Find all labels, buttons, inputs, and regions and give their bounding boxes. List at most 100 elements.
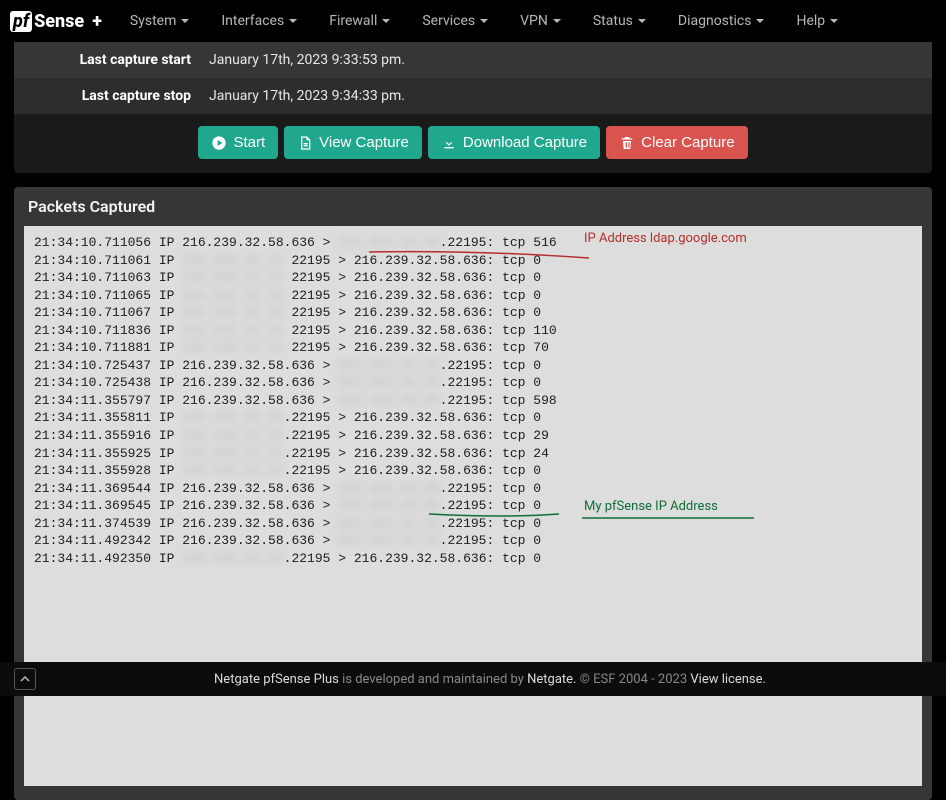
footer-middle: is developed and maintained by xyxy=(339,672,527,687)
document-icon xyxy=(297,135,313,151)
packet-line: 21:34:10.711061 IP XXX.XXX.XX.XX 22195 >… xyxy=(34,252,912,270)
packet-line: 21:34:11.369545 IP 216.239.32.58.636 > X… xyxy=(34,497,912,515)
packet-line: 21:34:10.725438 IP 216.239.32.58.636 > X… xyxy=(34,374,912,392)
chevron-down-icon xyxy=(553,19,561,23)
download-capture-button[interactable]: Download Capture xyxy=(428,126,600,159)
redacted-ip: XXX.XXX.XX.XX xyxy=(338,392,439,410)
packet-line: 21:34:11.374539 IP 216.239.32.58.636 > X… xyxy=(34,515,912,533)
footer-netgate-link[interactable]: Netgate. xyxy=(527,672,576,687)
packet-line: 21:34:11.492350 IP XXX.XXX.XX.XX.22195 >… xyxy=(34,550,912,568)
nav-label: Services xyxy=(422,13,475,29)
capture-button-bar: Start View Capture Download Capture Clea… xyxy=(14,114,932,159)
capture-start-value: January 17th, 2023 9:33:53 pm. xyxy=(209,52,405,68)
capture-start-row: Last capture start January 17th, 2023 9:… xyxy=(14,42,932,78)
capture-info-panel: Last capture start January 17th, 2023 9:… xyxy=(14,42,932,173)
redacted-ip: XXX.XXX.XX.XX xyxy=(182,322,283,340)
redacted-ip: XXX.XXX.XX.XX xyxy=(182,252,283,270)
top-navbar: pfSense + System Interfaces Firewall Serv… xyxy=(0,0,946,42)
redacted-ip: XXX.XXX.XX.XX xyxy=(182,550,283,568)
packet-line: 21:34:11.355916 IP XXX.XXX.XX.XX.22195 >… xyxy=(34,427,912,445)
redacted-ip: XXX.XXX.XX.XX xyxy=(338,374,439,392)
play-icon xyxy=(211,135,227,151)
packets-captured-body[interactable]: 21:34:10.711056 IP 216.239.32.58.636 > X… xyxy=(24,226,922,786)
packet-line: 21:34:10.711836 IP XXX.XXX.XX.XX 22195 >… xyxy=(34,322,912,340)
nav-label: Interfaces xyxy=(221,13,284,29)
packet-line: 21:34:10.711065 IP XXX.XXX.XX.XX 22195 >… xyxy=(34,287,912,305)
chevron-down-icon xyxy=(181,19,189,23)
chevron-down-icon xyxy=(480,19,488,23)
view-capture-button[interactable]: View Capture xyxy=(284,126,422,159)
redacted-ip: XXX.XXX.XX.XX xyxy=(338,357,439,375)
redacted-ip: XXX.XXX.XX.XX xyxy=(338,480,439,498)
chevron-down-icon xyxy=(289,19,297,23)
nav-item-diagnostics[interactable]: Diagnostics xyxy=(662,3,781,39)
nav-item-services[interactable]: Services xyxy=(406,3,504,39)
capture-stop-value: January 17th, 2023 9:34:33 pm. xyxy=(209,88,405,104)
redacted-ip: XXX.XXX.XX.XX xyxy=(338,497,439,515)
redacted-ip: XXX.XXX.XX.XX xyxy=(182,462,283,480)
packets-captured-panel: Packets Captured 21:34:10.711056 IP 216.… xyxy=(14,187,932,800)
footer-text: Netgate pfSense Plus is developed and ma… xyxy=(48,672,932,687)
redacted-ip: XXX.XXX.XX.XX xyxy=(338,532,439,550)
trash-icon xyxy=(619,135,635,151)
packet-line: 21:34:11.355928 IP XXX.XXX.XX.XX.22195 >… xyxy=(34,462,912,480)
redacted-ip: XXX.XXX.XX.XX xyxy=(182,287,283,305)
packets-captured-header: Packets Captured xyxy=(14,187,932,226)
packet-line: 21:34:10.711067 IP XXX.XXX.XX.XX 22195 >… xyxy=(34,304,912,322)
nav-label: System xyxy=(130,13,176,29)
packet-line: 21:34:10.711063 IP XXX.XXX.XX.XX 22195 >… xyxy=(34,269,912,287)
redacted-ip: XXX.XXX.XX.XX xyxy=(182,445,283,463)
nav-label: Status xyxy=(593,13,633,29)
nav-label: VPN xyxy=(520,13,548,29)
nav-item-interfaces[interactable]: Interfaces xyxy=(205,3,313,39)
capture-stop-row: Last capture stop January 17th, 2023 9:3… xyxy=(14,78,932,114)
button-label: Clear Capture xyxy=(641,134,734,151)
redacted-ip: XXX.XXX.XX.XX xyxy=(338,234,439,252)
capture-stop-label: Last capture stop xyxy=(14,88,209,104)
packet-line: 21:34:10.725437 IP 216.239.32.58.636 > X… xyxy=(34,357,912,375)
packet-line: 21:34:11.355811 IP XXX.XXX.XX.XX.22195 >… xyxy=(34,409,912,427)
button-label: View Capture xyxy=(319,134,409,151)
footer: Netgate pfSense Plus is developed and ma… xyxy=(0,662,946,696)
packet-line: 21:34:11.355925 IP XXX.XXX.XX.XX.22195 >… xyxy=(34,445,912,463)
nav-item-status[interactable]: Status xyxy=(577,3,662,39)
redacted-ip: XXX.XXX.XX.XX xyxy=(182,269,283,287)
nav-item-firewall[interactable]: Firewall xyxy=(313,3,406,39)
chevron-down-icon xyxy=(382,19,390,23)
nav-label: Diagnostics xyxy=(678,13,752,29)
logo-plus: + xyxy=(92,11,102,32)
start-button[interactable]: Start xyxy=(198,126,278,159)
chevron-down-icon xyxy=(638,19,646,23)
nav-label: Firewall xyxy=(329,13,377,29)
clear-capture-button[interactable]: Clear Capture xyxy=(606,126,747,159)
chevron-down-icon xyxy=(830,19,838,23)
chevron-up-icon xyxy=(20,674,30,684)
redacted-ip: XXX.XXX.XX.XX xyxy=(182,409,283,427)
logo-sense: Sense xyxy=(34,11,84,32)
nav-label: Help xyxy=(796,13,825,29)
capture-start-label: Last capture start xyxy=(14,52,209,68)
nav-items: System Interfaces Firewall Services VPN … xyxy=(114,3,936,39)
footer-product-link[interactable]: Netgate pfSense Plus xyxy=(214,672,339,687)
button-label: Start xyxy=(233,134,265,151)
chevron-down-icon xyxy=(756,19,764,23)
packet-line: 21:34:11.369544 IP 216.239.32.58.636 > X… xyxy=(34,480,912,498)
footer-license-link[interactable]: View license. xyxy=(690,672,766,687)
nav-item-help[interactable]: Help xyxy=(780,3,854,39)
scroll-to-top-button[interactable] xyxy=(14,668,36,690)
logo-pf: pf xyxy=(10,11,32,32)
redacted-ip: XXX.XXX.XX.XX xyxy=(182,304,283,322)
packet-line: 21:34:11.492342 IP 216.239.32.58.636 > X… xyxy=(34,532,912,550)
redacted-ip: XXX.XXX.XX.XX xyxy=(338,515,439,533)
footer-copyright: © ESF 2004 - 2023 xyxy=(576,672,690,687)
nav-item-vpn[interactable]: VPN xyxy=(504,3,577,39)
nav-item-system[interactable]: System xyxy=(114,3,205,39)
packet-line: 21:34:11.355797 IP 216.239.32.58.636 > X… xyxy=(34,392,912,410)
packet-line: 21:34:10.711056 IP 216.239.32.58.636 > X… xyxy=(34,234,912,252)
pfsense-logo[interactable]: pfSense + xyxy=(10,11,114,32)
download-icon xyxy=(441,135,457,151)
redacted-ip: XXX.XXX.XX.XX xyxy=(182,339,283,357)
packet-line: 21:34:10.711881 IP XXX.XXX.XX.XX 22195 >… xyxy=(34,339,912,357)
redacted-ip: XXX.XXX.XX.XX xyxy=(182,427,283,445)
button-label: Download Capture xyxy=(463,134,587,151)
